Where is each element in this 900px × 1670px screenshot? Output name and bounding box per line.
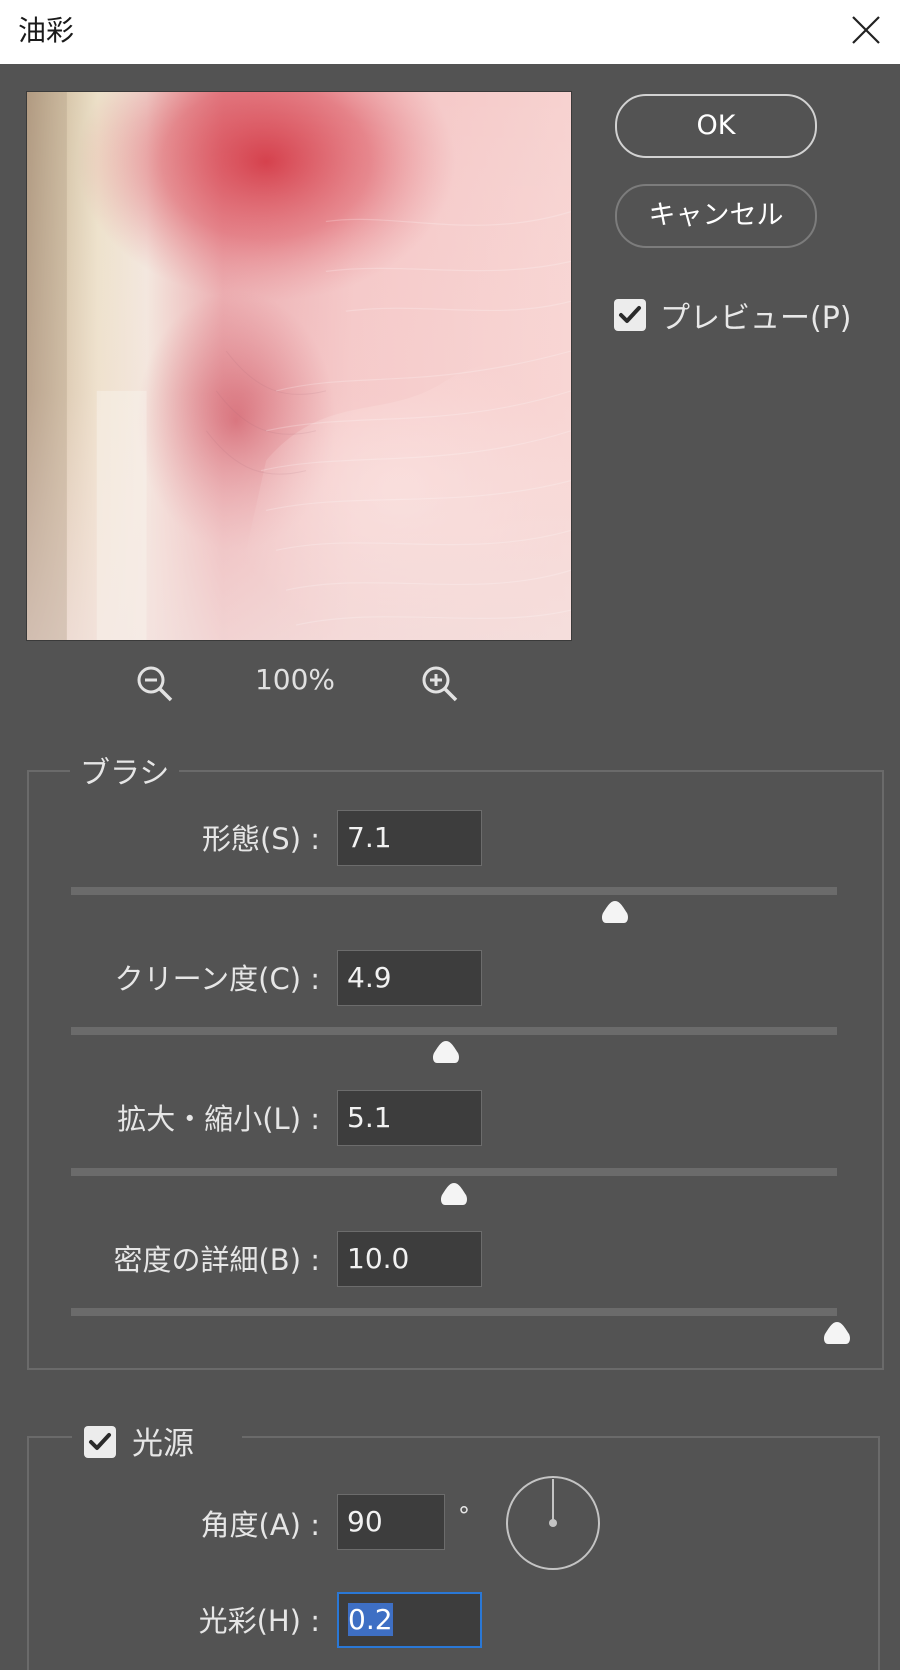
bristle-detail-slider-track[interactable] — [71, 1308, 837, 1316]
shine-label: 光彩(H) : — [198, 1604, 320, 1638]
shine-value-selected: 0.2 — [348, 1603, 393, 1636]
cleanliness-slider-thumb[interactable] — [431, 1039, 461, 1065]
ok-button[interactable]: OK — [615, 94, 817, 158]
cleanliness-label: クリーン度(C) : — [114, 962, 320, 996]
cleanliness-slider-track[interactable] — [71, 1027, 837, 1035]
close-icon[interactable] — [842, 6, 890, 54]
brush-group-label: ブラシ — [70, 748, 180, 792]
stylization-slider-track[interactable] — [71, 887, 837, 895]
bristle-detail-slider-thumb[interactable] — [822, 1320, 852, 1346]
cancel-button[interactable]: キャンセル — [615, 184, 817, 248]
scale-field[interactable]: 5.1 — [337, 1090, 482, 1146]
title-bar: 油彩 — [0, 0, 900, 64]
lighting-checkbox[interactable] — [84, 1426, 116, 1458]
checkmark-icon — [89, 1433, 111, 1450]
preview-checkbox-label[interactable]: プレビュー(P) — [660, 293, 852, 337]
bristle-detail-field[interactable]: 10.0 — [337, 1231, 482, 1287]
angle-dial-icon[interactable] — [505, 1475, 601, 1571]
filter-preview-image[interactable] — [26, 91, 572, 641]
lighting-checkbox-label[interactable]: 光源 — [132, 1418, 194, 1463]
shine-field[interactable]: 0.2 — [337, 1592, 482, 1648]
degree-symbol: ° — [458, 1502, 470, 1530]
stylization-slider-thumb[interactable] — [600, 899, 630, 925]
scale-slider-thumb[interactable] — [439, 1181, 469, 1207]
angle-label: 角度(A) : — [200, 1508, 320, 1542]
zoom-level-text: 100% — [254, 663, 336, 696]
bristle-detail-label: 密度の詳細(B) : — [113, 1243, 320, 1277]
cleanliness-field[interactable]: 4.9 — [337, 950, 482, 1006]
dialog-title: 油彩 — [18, 14, 75, 47]
angle-field[interactable]: 90 — [337, 1494, 445, 1550]
zoom-out-icon[interactable] — [133, 662, 177, 706]
preview-checkbox[interactable] — [614, 299, 646, 331]
checkmark-icon — [619, 306, 641, 323]
scale-label: 拡大・縮小(L) : — [117, 1102, 320, 1136]
stylization-field[interactable]: 7.1 — [337, 810, 482, 866]
zoom-in-icon[interactable] — [418, 662, 462, 706]
stylization-label: 形態(S) : — [201, 822, 320, 856]
scale-slider-track[interactable] — [71, 1168, 837, 1176]
